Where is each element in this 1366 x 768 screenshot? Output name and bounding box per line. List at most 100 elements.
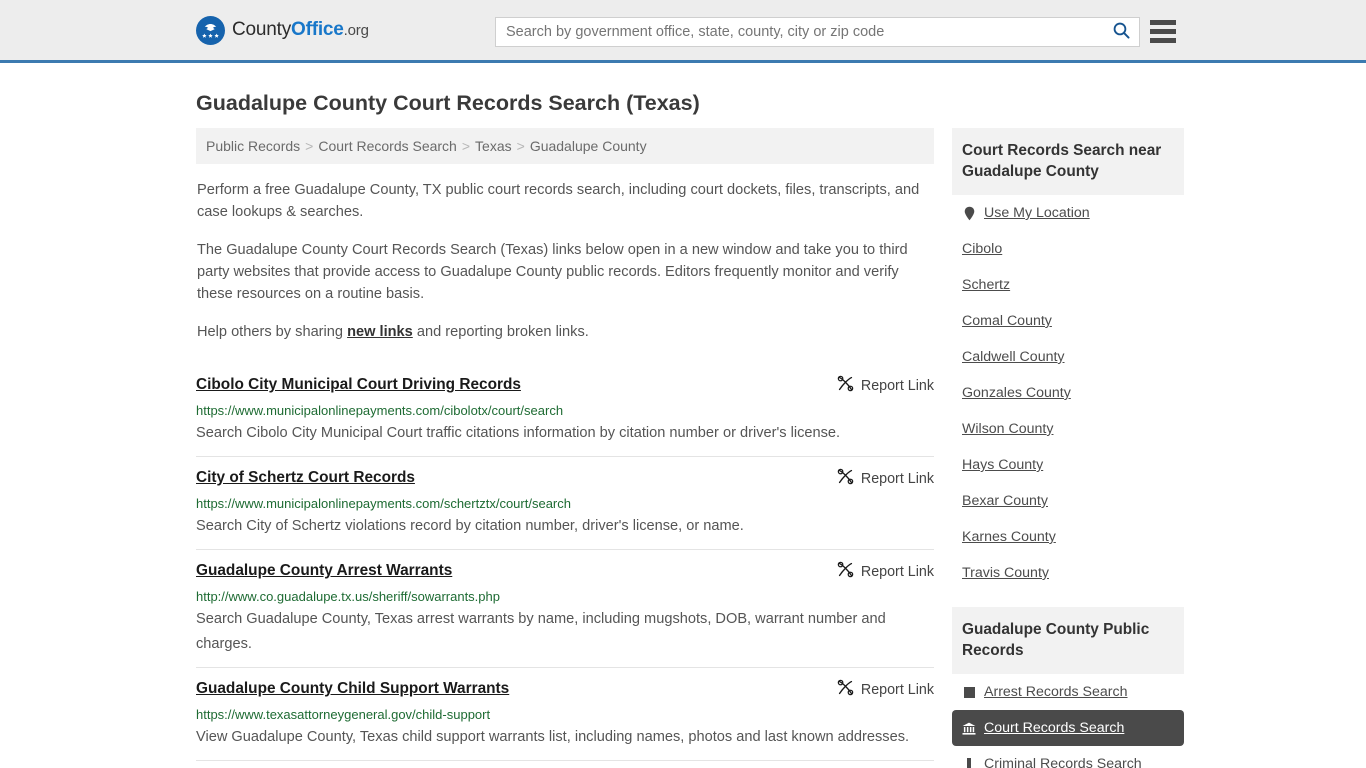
search-icon — [1112, 21, 1131, 43]
public-records-panel: Guadalupe County Public Records Arrest R… — [952, 607, 1184, 768]
public-records-panel-heading: Guadalupe County Public Records — [952, 607, 1184, 674]
share-text-before: Help others by sharing — [197, 324, 347, 340]
sidebar-item-label: Hays County — [962, 456, 1043, 474]
broken-link-icon — [837, 468, 854, 490]
breadcrumb-separator: > — [517, 138, 525, 154]
site-logo[interactable]: CountyOffice.org — [196, 16, 369, 45]
breadcrumb-separator: > — [462, 138, 470, 154]
result-item: City of Schertz Court Records Rep — [196, 456, 934, 549]
result-item: Guadalupe County Child Support Warrants — [196, 667, 934, 760]
sidebar-item-label: Cibolo — [962, 240, 1002, 258]
result-item: Cibolo City Municipal Court Driving Reco… — [196, 359, 934, 456]
report-link-button[interactable]: Report Link — [837, 679, 934, 701]
result-item: Guadalupe County Arrest Warrants — [196, 549, 934, 667]
report-link-button[interactable]: Report Link — [837, 375, 934, 397]
broken-link-icon — [837, 679, 854, 701]
share-text-after: and reporting broken links. — [413, 324, 589, 340]
breadcrumb: Public Records > Court Records Search > Texa… — [196, 128, 934, 164]
result-url[interactable]: http://www.co.guadalupe.tx.us/sheriff/so… — [196, 588, 934, 605]
nearby-searches-panel: Court Records Search near Guadalupe Coun… — [952, 128, 1184, 591]
sidebar-item-label: Use My Location — [984, 204, 1090, 222]
nearby-panel-heading: Court Records Search near Guadalupe Coun… — [952, 128, 1184, 195]
result-url[interactable]: https://www.municipalonlinepayments.com/… — [196, 402, 934, 419]
result-description: Search Guadalupe County, Texas arrest wa… — [196, 607, 934, 657]
result-title-link[interactable]: Guadalupe County Child Support Warrants — [196, 679, 509, 699]
sidebar-item-caldwell-county[interactable]: Caldwell County — [952, 339, 1184, 375]
nearby-links-list: Use My Location Cibolo Schertz Comal Cou… — [952, 195, 1184, 591]
hamburger-bar — [1150, 29, 1176, 34]
logo-text-org: .org — [344, 22, 369, 39]
result-description: View Guadalupe County, Texas child suppo… — [196, 725, 934, 750]
intro-text: Perform a free Guadalupe County, TX publ… — [196, 179, 934, 343]
result-title-link[interactable]: City of Schertz Court Records — [196, 468, 415, 488]
sidebar-item-wilson-county[interactable]: Wilson County — [952, 411, 1184, 447]
page-title: Guadalupe County Court Records Search (T… — [196, 90, 1170, 116]
search-button[interactable] — [1103, 18, 1139, 46]
hamburger-menu-icon[interactable] — [1150, 20, 1176, 43]
fingerprint-square-icon — [962, 687, 976, 698]
sidebar-item-court-records-search[interactable]: Court Records Search — [952, 710, 1184, 746]
document-bar-icon — [962, 758, 976, 768]
breadcrumb-item-public-records[interactable]: Public Records — [206, 138, 300, 154]
broken-link-icon — [837, 375, 854, 397]
sidebar-item-label: Wilson County — [962, 420, 1053, 438]
result-header: Guadalupe County Child Support Warrants — [196, 679, 934, 701]
result-header: Cibolo City Municipal Court Driving Reco… — [196, 375, 934, 397]
sidebar-item-label: Schertz — [962, 276, 1010, 294]
sidebar-item-travis-county[interactable]: Travis County — [952, 555, 1184, 591]
report-link-button[interactable]: Report Link — [837, 561, 934, 583]
results-list: Cibolo City Municipal Court Driving Reco… — [196, 359, 934, 768]
logo-wordmark: CountyOffice.org — [232, 19, 369, 41]
sidebar-item-hays-county[interactable]: Hays County — [952, 447, 1184, 483]
result-url[interactable]: https://www.texasattorneygeneral.gov/chi… — [196, 706, 934, 723]
report-link-label: Report Link — [861, 682, 934, 698]
hamburger-bar — [1150, 38, 1176, 43]
broken-link-icon — [837, 561, 854, 583]
sidebar-item-label: Gonzales County — [962, 384, 1071, 402]
courthouse-icon — [962, 722, 976, 735]
main-content: Public Records > Court Records Search > Texa… — [196, 128, 934, 768]
sidebar-item-label: Bexar County — [962, 492, 1048, 510]
sidebar-item-comal-county[interactable]: Comal County — [952, 303, 1184, 339]
sidebar-item-use-my-location[interactable]: Use My Location — [952, 195, 1184, 231]
breadcrumb-item-court-records-search[interactable]: Court Records Search — [318, 138, 457, 154]
sidebar-item-karnes-county[interactable]: Karnes County — [952, 519, 1184, 555]
site-header: CountyOffice.org — [0, 0, 1366, 63]
breadcrumb-separator: > — [305, 138, 313, 154]
report-link-label: Report Link — [861, 471, 934, 487]
logo-text-office: Office — [291, 19, 344, 40]
result-header: Guadalupe County Arrest Warrants — [196, 561, 934, 583]
result-item: Guadalupe County Court Records Re — [196, 760, 934, 768]
sidebar-item-label: Arrest Records Search — [984, 683, 1128, 701]
search-bar — [495, 17, 1140, 47]
report-link-button[interactable]: Report Link — [837, 468, 934, 490]
breadcrumb-item-guadalupe-county[interactable]: Guadalupe County — [530, 138, 647, 154]
logo-text-county: County — [232, 19, 291, 40]
sidebar-item-arrest-records-search[interactable]: Arrest Records Search — [952, 674, 1184, 710]
result-title-link[interactable]: Guadalupe County Arrest Warrants — [196, 561, 452, 581]
sidebar-item-cibolo[interactable]: Cibolo — [952, 231, 1184, 267]
sidebar-item-criminal-records-search[interactable]: Criminal Records Search — [952, 746, 1184, 768]
result-url[interactable]: https://www.municipalonlinepayments.com/… — [196, 495, 934, 512]
new-links-link[interactable]: new links — [347, 324, 413, 340]
sidebar-item-label: Karnes County — [962, 528, 1056, 546]
search-input[interactable] — [496, 18, 1103, 46]
intro-paragraph-1: Perform a free Guadalupe County, TX publ… — [196, 179, 934, 223]
sidebar-item-gonzales-county[interactable]: Gonzales County — [952, 375, 1184, 411]
hamburger-bar — [1150, 20, 1176, 25]
report-link-label: Report Link — [861, 564, 934, 580]
sidebar-item-label: Caldwell County — [962, 348, 1065, 366]
intro-paragraph-3: Help others by sharing new links and rep… — [196, 321, 934, 343]
result-title-link[interactable]: Cibolo City Municipal Court Driving Reco… — [196, 375, 521, 395]
content-columns: Public Records > Court Records Search > Texa… — [196, 128, 1170, 768]
eagle-stars-logo-icon — [196, 16, 225, 45]
sidebar-item-label: Comal County — [962, 312, 1052, 330]
map-pin-icon — [962, 206, 976, 221]
sidebar-item-bexar-county[interactable]: Bexar County — [952, 483, 1184, 519]
sidebar-item-label: Court Records Search — [984, 719, 1124, 737]
sidebar-item-label: Travis County — [962, 564, 1049, 582]
public-records-links-list: Arrest Records Search — [952, 674, 1184, 768]
breadcrumb-item-texas[interactable]: Texas — [475, 138, 512, 154]
result-header: City of Schertz Court Records Rep — [196, 468, 934, 490]
sidebar-item-schertz[interactable]: Schertz — [952, 267, 1184, 303]
